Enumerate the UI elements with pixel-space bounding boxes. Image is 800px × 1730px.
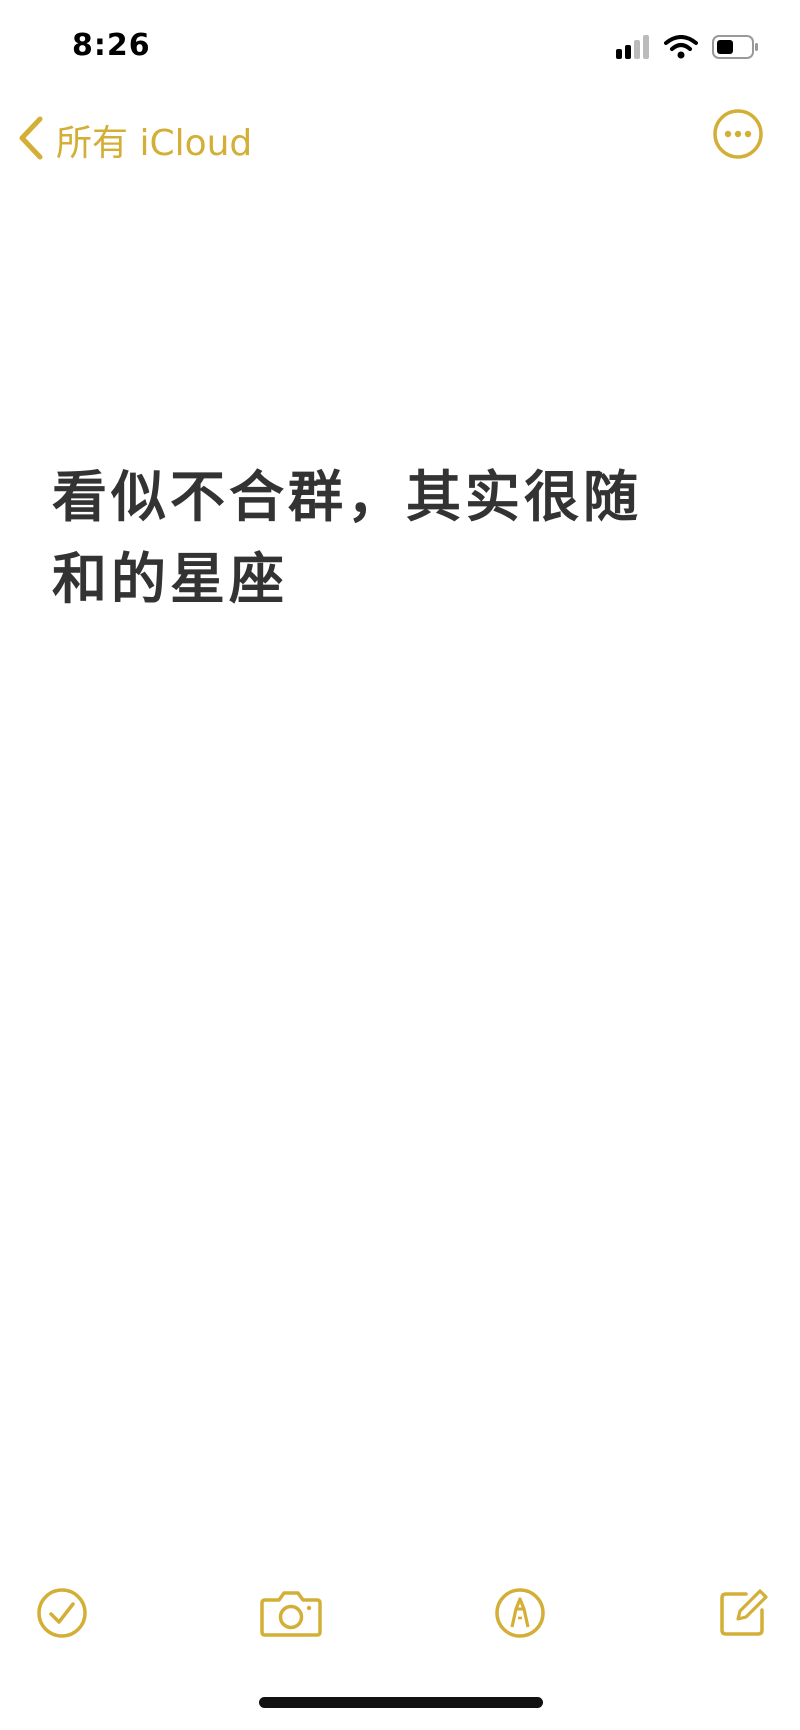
chevron-left-icon: [16, 115, 46, 165]
camera-icon: [259, 1588, 323, 1642]
status-bar: 8:26: [0, 0, 800, 100]
note-title-line: 和的星座: [52, 547, 289, 611]
note-title-line: 看似不合群，其实很随: [52, 465, 643, 529]
more-options-button[interactable]: [712, 108, 764, 160]
back-button[interactable]: 所有 iCloud: [16, 114, 252, 166]
checklist-button[interactable]: [32, 1585, 92, 1645]
markup-pen-icon: [494, 1587, 546, 1643]
status-time: 8:26: [72, 28, 151, 63]
home-indicator[interactable]: [259, 1697, 543, 1708]
status-icons: [616, 34, 760, 64]
nav-bar: 所有 iCloud: [0, 108, 800, 178]
checklist-icon: [36, 1587, 88, 1643]
note-body[interactable]: 看似不合群，其实很随 和的星座: [52, 456, 742, 620]
markup-button[interactable]: [490, 1585, 550, 1645]
battery-icon: [712, 34, 760, 64]
compose-button[interactable]: [712, 1585, 772, 1645]
ellipsis-circle-icon: [712, 109, 764, 164]
cellular-signal-icon: [616, 35, 650, 63]
camera-button[interactable]: [258, 1585, 324, 1645]
compose-icon: [716, 1587, 768, 1643]
note-title[interactable]: 看似不合群，其实很随 和的星座: [52, 456, 742, 620]
bottom-toolbar: [0, 1585, 800, 1645]
back-label: 所有 iCloud: [56, 123, 253, 164]
wifi-icon: [664, 35, 698, 63]
